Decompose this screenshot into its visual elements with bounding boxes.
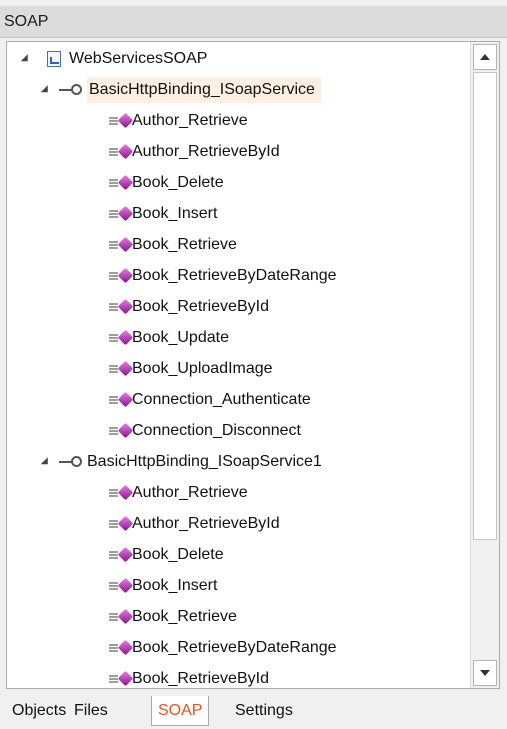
method-row[interactable]: Book_Delete [7, 540, 467, 570]
method-label: Connection_Authenticate [132, 391, 311, 408]
method-label: Book_Insert [132, 205, 218, 222]
tab-files[interactable]: Files [68, 696, 114, 726]
method-label: Book_Insert [132, 577, 218, 594]
binding-row[interactable]: BasicHttpBinding_ISoapService [7, 75, 467, 105]
method-row[interactable]: Book_Insert [7, 199, 467, 229]
method-label: Book_Update [132, 329, 229, 346]
binding-label: BasicHttpBinding_ISoapService1 [87, 453, 322, 470]
method-row[interactable]: Book_UploadImage [7, 354, 467, 384]
method-label: Author_Retrieve [132, 112, 248, 129]
method-label: Book_Delete [132, 546, 224, 563]
method-label: Book_RetrieveByDateRange [132, 267, 337, 284]
scrollbar-thumb[interactable] [473, 72, 497, 540]
expand-arrow-icon[interactable] [40, 457, 52, 468]
method-label: Book_Retrieve [132, 608, 237, 625]
panel-header: SOAP [0, 6, 507, 38]
method-label: Book_Retrieve [132, 236, 237, 253]
method-row[interactable]: Book_Retrieve [7, 602, 467, 632]
expand-arrow-icon[interactable] [40, 85, 52, 96]
method-label: Book_RetrieveById [132, 670, 269, 687]
method-row[interactable]: Book_RetrieveByDateRange [7, 633, 467, 663]
method-row[interactable]: Book_RetrieveById [7, 292, 467, 322]
method-row[interactable]: Connection_Authenticate [7, 385, 467, 415]
method-row[interactable]: Book_Insert [7, 571, 467, 601]
method-row[interactable]: Author_RetrieveById [7, 509, 467, 539]
expand-arrow-icon[interactable] [20, 54, 32, 65]
tree-root-label: WebServicesSOAP [69, 50, 208, 67]
binding-connector-icon [59, 456, 87, 468]
panel-title: SOAP [4, 13, 49, 30]
tab-objects[interactable]: Objects [6, 696, 72, 726]
wsdl-document-icon [47, 51, 61, 67]
method-label: Book_Delete [132, 174, 224, 191]
method-row[interactable]: Book_Delete [7, 168, 467, 198]
method-row[interactable]: Book_RetrieveByDateRange [7, 261, 467, 291]
method-row[interactable]: Author_RetrieveById [7, 137, 467, 167]
tree-content: WebServicesSOAP BasicHttpBinding_ISoapSe… [7, 42, 469, 688]
tab-soap[interactable]: SOAP [151, 696, 210, 726]
method-label: Connection_Disconnect [132, 422, 301, 439]
method-label: Author_RetrieveById [132, 143, 280, 160]
soap-tree-view[interactable]: WebServicesSOAP BasicHttpBinding_ISoapSe… [6, 41, 500, 689]
method-label: Book_RetrieveById [132, 298, 269, 315]
tab-settings[interactable]: Settings [229, 696, 299, 726]
method-row[interactable]: Book_RetrieveById [7, 664, 467, 688]
method-label: Author_RetrieveById [132, 515, 280, 532]
method-label: Author_Retrieve [132, 484, 248, 501]
method-row[interactable]: Author_Retrieve [7, 106, 467, 136]
scroll-up-button[interactable] [473, 44, 497, 70]
method-row[interactable]: Book_Retrieve [7, 230, 467, 260]
vertical-scrollbar[interactable] [470, 42, 499, 688]
tree-root-row[interactable]: WebServicesSOAP [7, 44, 467, 74]
scroll-down-button[interactable] [473, 660, 497, 686]
method-row[interactable]: Author_Retrieve [7, 478, 467, 508]
method-label: Book_UploadImage [132, 360, 273, 377]
binding-connector-icon [59, 84, 87, 96]
method-row[interactable]: Book_Update [7, 323, 467, 353]
binding-label: BasicHttpBinding_ISoapService [87, 77, 321, 103]
binding-row[interactable]: BasicHttpBinding_ISoapService1 [7, 447, 467, 477]
method-row[interactable]: Connection_Disconnect [7, 416, 467, 446]
method-label: Book_RetrieveByDateRange [132, 639, 337, 656]
